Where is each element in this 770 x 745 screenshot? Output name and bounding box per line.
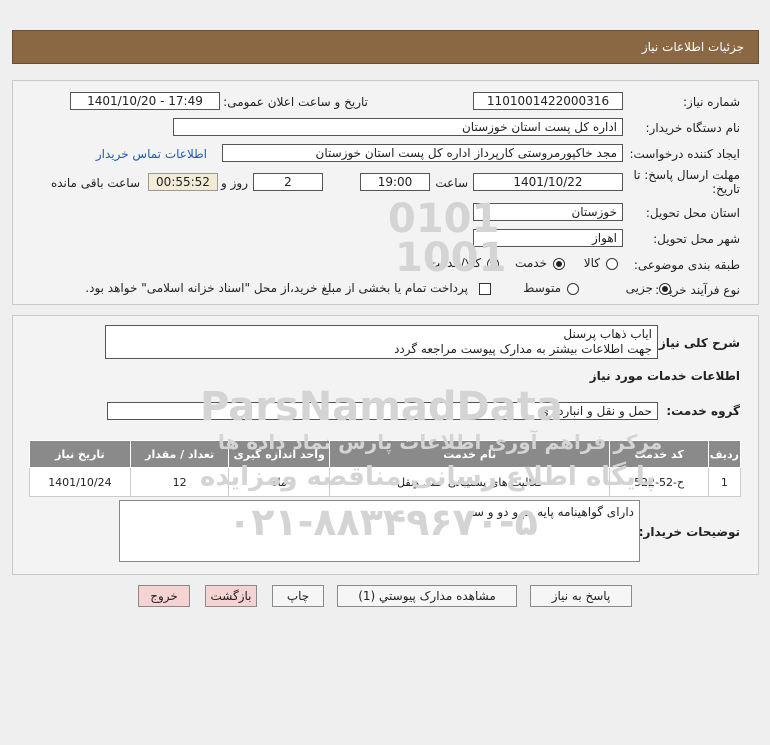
deadline-date-field[interactable]: 1401/10/22 [473, 173, 623, 191]
buyer-notes-label: توضیحات خریدار: [638, 525, 740, 539]
cell-service-name: فعالیت های پشتیبانی حمل ونقل [329, 467, 611, 497]
cell-quantity: 12 [129, 467, 230, 497]
general-description-line-2: جهت اطلاعات بیشتر به مدارک پیوست مراجعه … [394, 342, 652, 356]
col-quantity: تعداد / مقدار [129, 440, 230, 468]
table-row: 1 ح-52-522 فعالیت های پشتیبانی حمل ونقل … [29, 467, 742, 497]
city-field[interactable]: اهواز [473, 229, 623, 247]
general-description-label: شرح کلی نیاز: [654, 336, 740, 350]
announce-field[interactable]: 1401/10/20 - 17:49 [70, 92, 220, 110]
process-minor-label: جزیی [625, 281, 653, 295]
cell-need-date: 1401/10/24 [29, 467, 131, 497]
service-group-label: گروه خدمت: [666, 404, 740, 418]
process-medium-radio[interactable] [567, 283, 579, 295]
general-description-line-1: ایاب ذهاب پرسنل [563, 327, 652, 341]
page-header: جزئیات اطلاعات نیاز [12, 30, 759, 64]
deadline-time-field[interactable]: 19:00 [360, 173, 430, 191]
province-label: استان محل تحویل: [645, 206, 740, 220]
category-goods-label: کالا [583, 256, 600, 270]
category-goods-service-radio[interactable] [487, 258, 499, 270]
cell-service-code: ح-52-522 [609, 467, 709, 497]
col-unit: واحد اندازه گیری [228, 440, 331, 468]
services-table: ردیف کد خدمت نام خدمت واحد اندازه گیری ت… [29, 440, 742, 497]
days-label: روز و [221, 176, 248, 190]
general-description-field[interactable]: ایاب ذهاب پرسنل جهت اطلاعات بیشتر به مدا… [105, 325, 658, 359]
category-goods-radio[interactable] [606, 258, 618, 270]
remaining-time-field: 00:55:52 [148, 173, 218, 191]
deadline-label: مهلت ارسال پاسخ: تا [633, 168, 740, 182]
requester-field[interactable]: مجد خاکپورمروستی کارپرداز اداره کل پست ا… [222, 144, 623, 162]
process-medium-label: متوسط [523, 281, 561, 295]
treasury-checkbox[interactable] [479, 283, 491, 295]
time-label: ساعت [435, 176, 468, 190]
cell-row-number: 1 [707, 467, 742, 497]
process-minor-radio[interactable] [659, 283, 671, 295]
respond-button[interactable]: پاسخ به نیاز [530, 585, 632, 607]
col-service-name: نام خدمت [329, 440, 611, 468]
province-field[interactable]: خوزستان [473, 203, 623, 221]
table-header-row: ردیف کد خدمت نام خدمت واحد اندازه گیری ت… [29, 440, 742, 468]
category-goods-service-label: کالا/خدمت [428, 256, 481, 270]
exit-button[interactable]: خروج [138, 585, 190, 607]
buyer-notes-field[interactable]: دارای گواهینامه پایه یم و دو و سه [119, 500, 640, 562]
print-button[interactable]: چاپ [272, 585, 324, 607]
requester-label: ایجاد کننده درخواست: [629, 147, 740, 161]
need-number-field[interactable]: 1101001422000316 [473, 92, 623, 110]
service-group-field[interactable]: حمل و نقل و انبارداری [107, 402, 658, 420]
cell-unit: ماه [228, 467, 331, 497]
contact-buyer-link[interactable]: اطلاعات تماس خریدار [96, 147, 207, 161]
col-need-date: تاریخ نیاز [29, 440, 131, 468]
category-service-radio[interactable] [553, 258, 565, 270]
view-documents-button[interactable]: مشاهده مدارک پیوستي (1) [337, 585, 517, 607]
need-number-label: شماره نیاز: [683, 95, 740, 109]
city-label: شهر محل تحویل: [653, 232, 740, 246]
remaining-label: ساعت باقی مانده [50, 176, 140, 190]
back-button[interactable]: بازگشت [205, 585, 257, 607]
col-service-code: کد خدمت [609, 440, 709, 468]
col-row-number: ردیف [707, 440, 742, 468]
buyer-org-field[interactable]: اداره کل پست استان خوزستان [173, 118, 623, 136]
deadline-label-2: تاریخ: [712, 182, 740, 196]
treasury-note: پرداخت تمام یا بخشی از مبلغ خرید،از محل … [85, 281, 468, 295]
page-title: جزئیات اطلاعات نیاز [641, 40, 744, 54]
announce-label: تاریخ و ساعت اعلان عمومی: [223, 95, 368, 109]
buyer-org-label: نام دستگاه خریدار: [645, 121, 741, 135]
category-label: طبقه بندی موضوعی: [633, 258, 740, 272]
services-title: اطلاعات خدمات مورد نیاز [589, 369, 740, 383]
days-field[interactable]: 2 [253, 173, 323, 191]
category-service-label: خدمت [515, 256, 547, 270]
